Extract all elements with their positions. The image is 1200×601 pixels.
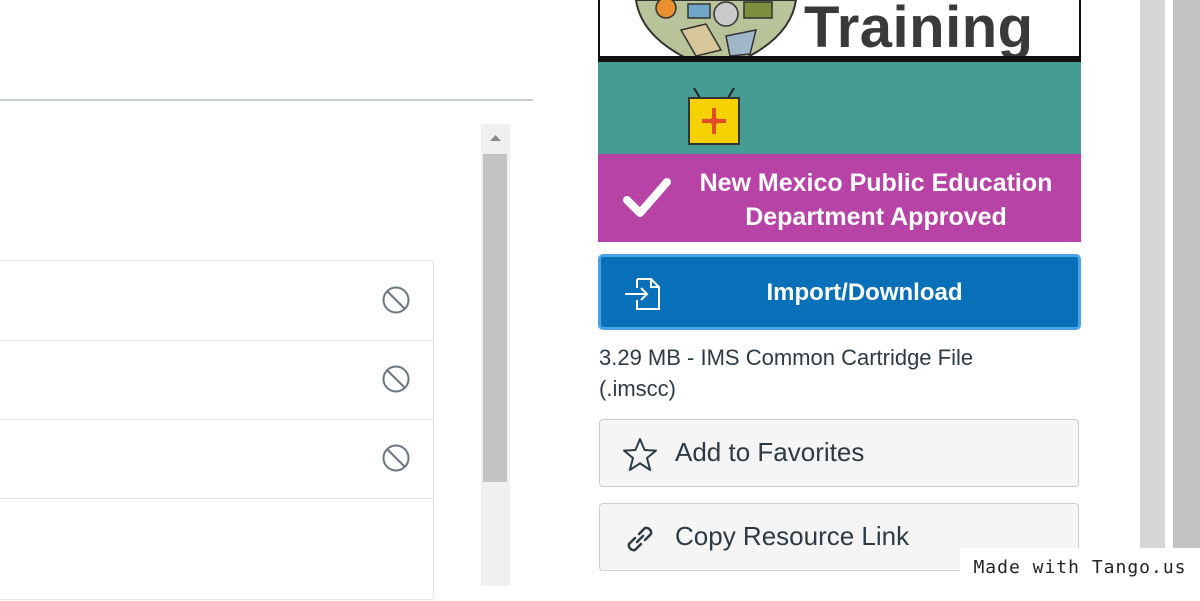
cover-teal-band <box>598 62 1081 154</box>
checkmark-icon <box>623 178 671 217</box>
cover-title: Training <box>804 0 1034 60</box>
copy-resource-link-label: Copy Resource Link <box>675 521 910 551</box>
item-list-scroll-area[interactable] <box>0 124 510 600</box>
scroll-up-arrow-icon[interactable] <box>481 124 510 152</box>
add-to-favorites-button[interactable]: Add to Favorites <box>599 419 1079 487</box>
list-item[interactable] <box>0 419 433 499</box>
resource-cover-image: Training New Mexico Public Education Dep… <box>598 0 1081 242</box>
approval-line-1: New Mexico Public Education <box>699 169 1053 197</box>
list-item[interactable] <box>0 340 433 420</box>
page-scrollbar-track[interactable] <box>1140 0 1165 586</box>
file-extension: (.imscc) <box>599 376 676 401</box>
item-list <box>0 260 434 600</box>
approval-banner: New Mexico Public Education Department A… <box>598 154 1081 242</box>
star-outline-icon <box>623 438 657 471</box>
file-info: 3.29 MB - IMS Common Cartridge File (.im… <box>599 342 1069 404</box>
import-download-label: Import/Download <box>766 279 963 306</box>
link-icon <box>627 526 653 552</box>
approval-line-2: Department Approved <box>745 203 1007 231</box>
add-to-favorites-label: Add to Favorites <box>675 437 865 467</box>
approval-text: New Mexico Public Education Department A… <box>676 166 1076 234</box>
window-scrollbar[interactable] <box>1173 0 1200 586</box>
import-download-button[interactable]: Import/Download <box>598 254 1081 330</box>
list-item[interactable] <box>0 261 433 341</box>
not-allowed-icon <box>382 286 410 314</box>
list-scrollbar-thumb[interactable] <box>483 154 507 482</box>
not-allowed-icon <box>382 365 410 393</box>
not-allowed-icon <box>382 444 410 472</box>
file-size-type: 3.29 MB - IMS Common Cartridge File <box>599 345 974 370</box>
top-divider <box>0 99 533 101</box>
tango-watermark: Made with Tango.us <box>960 548 1200 586</box>
gutter-spacer <box>1165 0 1173 586</box>
balloon-basket-icon <box>688 88 740 145</box>
